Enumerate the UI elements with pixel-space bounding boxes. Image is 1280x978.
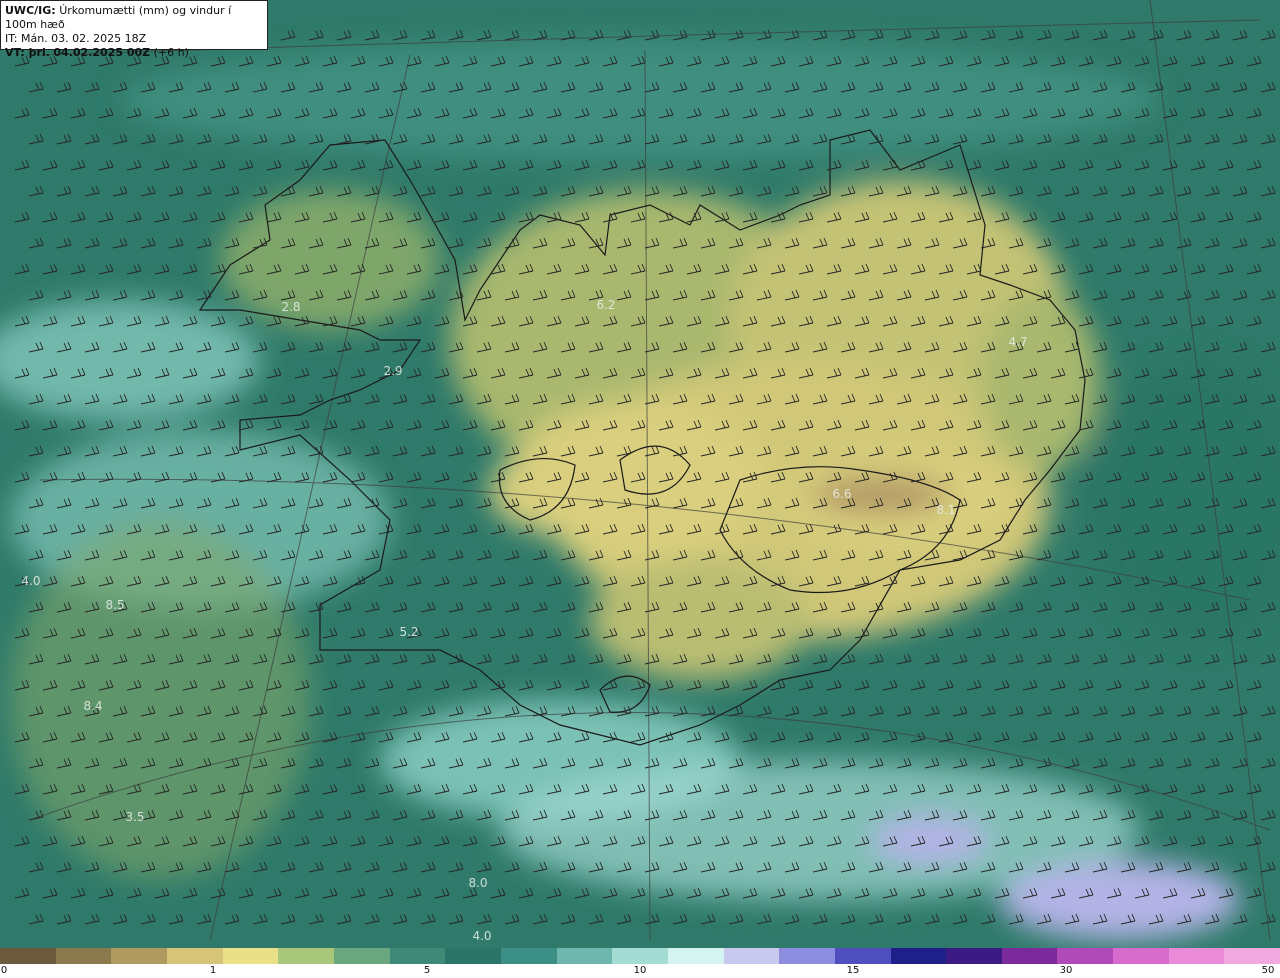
value-label: 3.5 (125, 810, 145, 824)
colorbar-tick: 0 (0, 965, 8, 976)
colorbar-swatch (333, 948, 390, 964)
colorbar-tick: 15 (846, 965, 860, 976)
value-label: 8.5 (105, 598, 125, 612)
value-label: 8.1 (936, 503, 956, 517)
colorbar-swatch (111, 948, 167, 964)
colorbar-swatch (55, 948, 112, 964)
value-label: 8.4 (83, 699, 103, 713)
colorbar-swatch (612, 948, 668, 964)
colorbar-swatch (667, 948, 724, 964)
valid-prefix: VT: þri. (5, 46, 50, 59)
value-label: 4.7 (1008, 335, 1028, 349)
colorbar: 0 1 5 10 15 30 50 (0, 948, 1280, 978)
colorbar-swatch (1113, 948, 1169, 964)
colorbar-swatch (500, 948, 557, 964)
valid-time: 04.02.2025 00Z (53, 46, 151, 59)
colorbar-swatch (278, 948, 334, 964)
map-panel (0, 0, 1280, 948)
colorbar-swatch (779, 948, 835, 964)
value-label: 4.0 (472, 929, 492, 943)
init-time: IT: Mán. 03. 02. 2025 18Z (5, 32, 147, 45)
colorbar-swatch (1168, 948, 1225, 964)
colorbar-tick: 50 (1261, 965, 1275, 976)
lead-time: (+6 h) (153, 46, 189, 59)
value-label: 6.2 (596, 298, 616, 312)
colorbar-tick: 1 (209, 965, 217, 976)
value-label: 4.0 (21, 574, 41, 588)
colorbar-tick: 5 (423, 965, 431, 976)
colorbar-swatch (1001, 948, 1058, 964)
colorbar-swatch (0, 948, 56, 964)
colorbar-swatch (946, 948, 1002, 964)
value-label: 5.2 (399, 625, 419, 639)
colorbar-swatch (723, 948, 780, 964)
colorbar-tick: 30 (1059, 965, 1073, 976)
colorbar-swatch (222, 948, 279, 964)
colorbar-swatch (166, 948, 223, 964)
colorbar-tick: 10 (633, 965, 647, 976)
value-label: 2.8 (281, 300, 301, 314)
value-label: 8.0 (468, 876, 488, 890)
colorbar-swatch (445, 948, 501, 964)
colorbar-swatch (1057, 948, 1114, 964)
map-header: UWC/IG: Úrkomumætti (mm) og vindur í 100… (0, 0, 268, 59)
precipitation-wind-map (0, 0, 1280, 948)
model-name: UWC/IG: (5, 4, 56, 17)
colorbar-swatch (1224, 948, 1280, 964)
colorbar-swatch (890, 948, 947, 964)
colorbar-swatch (556, 948, 613, 964)
colorbar-swatch (389, 948, 446, 964)
value-label: 6.6 (832, 487, 852, 501)
colorbar-swatch (834, 948, 891, 964)
colorbar-strip (0, 948, 1280, 964)
value-label: 2.9 (383, 364, 403, 378)
